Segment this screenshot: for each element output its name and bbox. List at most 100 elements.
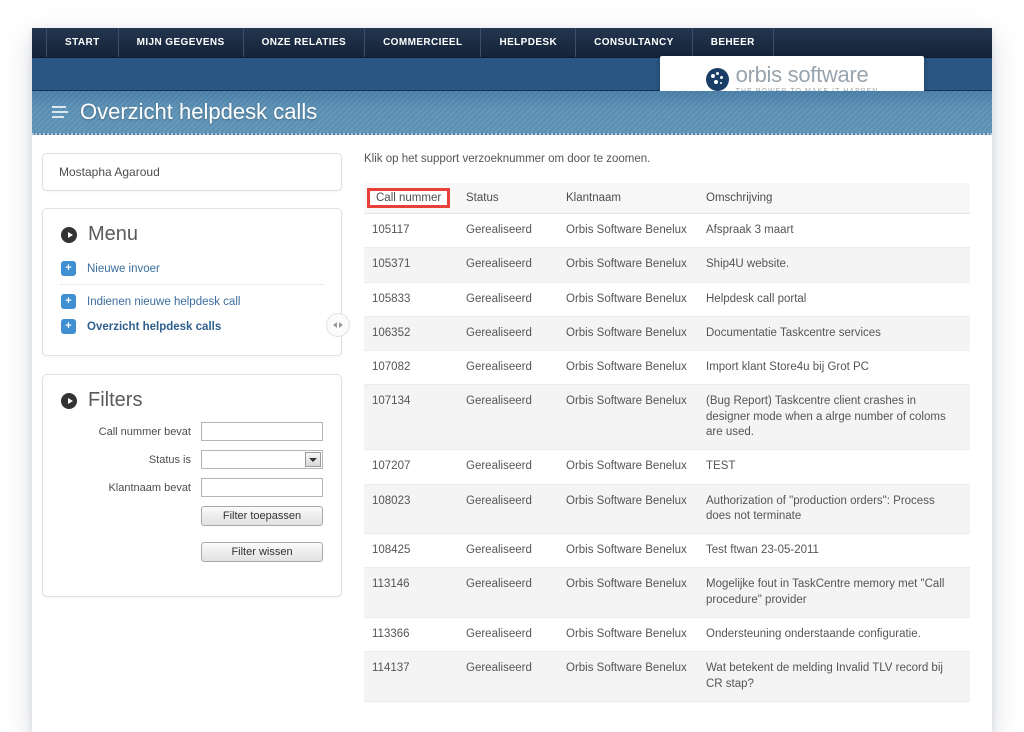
status-label: Status is [148, 453, 191, 466]
chevron-down-icon[interactable] [305, 452, 321, 467]
collapse-panel-icon[interactable] [326, 313, 350, 337]
cell-call-nummer[interactable]: 105117 [364, 213, 458, 249]
cell-klantnaam: Orbis Software Benelux [558, 484, 698, 535]
menu-panel: Menu + Nieuwe invoer + Indienen nieuwe h… [42, 208, 342, 356]
column-header-klantnaam[interactable]: Klantnaam [558, 183, 698, 214]
filter-clear-button[interactable]: Filter wissen [201, 542, 323, 562]
filter-apply-button[interactable]: Filter toepassen [201, 506, 323, 526]
calls-table-header: Call nummer Status Klantnaam Omschrijvin… [364, 183, 970, 214]
table-row[interactable]: 105371 Gerealiseerd Orbis Software Benelux… [364, 247, 970, 283]
menu-item-label: Indienen nieuwe helpdesk call [87, 295, 241, 308]
cell-omschrijving: TEST [698, 449, 970, 485]
cell-call-nummer[interactable]: 107207 [364, 449, 458, 485]
plus-icon: + [61, 294, 76, 309]
nav-item-consultancy[interactable]: CONSULTANCY [576, 28, 693, 57]
cell-status: Gerealiseerd [458, 651, 558, 702]
column-header-status[interactable]: Status [458, 183, 558, 214]
cell-omschrijving: (Bug Report) Taskcentre client crashes i… [698, 384, 970, 451]
plus-icon: + [61, 261, 76, 276]
cell-klantnaam: Orbis Software Benelux [558, 247, 698, 283]
column-header-call-nummer[interactable]: Call nummer [364, 183, 458, 214]
table-row[interactable]: 106352 Gerealiseerd Orbis Software Benelux… [364, 316, 970, 352]
cell-call-nummer[interactable]: 114137 [364, 651, 458, 702]
cell-klantnaam: Orbis Software Benelux [558, 282, 698, 317]
table-row[interactable]: 108023 Gerealiseerd Orbis Software Benelux… [364, 484, 970, 535]
table-row[interactable]: 113146 Gerealiseerd Orbis Software Benelux… [364, 567, 970, 618]
klantnaam-label: Klantnaam bevat [108, 481, 191, 494]
table-row[interactable]: 107134 Gerealiseerd Orbis Software Benelux… [364, 384, 970, 451]
cell-omschrijving: Afspraak 3 maart [698, 213, 970, 249]
cell-call-nummer[interactable]: 113146 [364, 567, 458, 618]
banner-strip: orbis software THE POWER TO MAKE IT HAPP… [32, 56, 992, 102]
nav-item-commercieel[interactable]: COMMERCIEEL [365, 28, 482, 57]
column-header-omschrijving[interactable]: Omschrijving [698, 183, 970, 214]
table-row[interactable]: 114137 Gerealiseerd Orbis Software Benelux… [364, 651, 970, 702]
cell-status: Gerealiseerd [458, 567, 558, 618]
page-body: Mostapha Agaroud Menu + Nieuwe invoer + … [32, 135, 992, 732]
nav-item-start[interactable]: START [46, 28, 119, 57]
menu-item-label: Overzicht helpdesk calls [87, 320, 222, 333]
table-row[interactable]: 105833 Gerealiseerd Orbis Software Benelux… [364, 282, 970, 317]
sidebar: Mostapha Agaroud Menu + Nieuwe invoer + … [32, 135, 350, 702]
nav-item-onze-relaties[interactable]: ONZE RELATIES [244, 28, 366, 57]
cell-klantnaam: Orbis Software Benelux [558, 617, 698, 653]
call-nummer-label: Call nummer bevat [98, 425, 191, 438]
main-content: Klik op het support verzoeknummer om doo… [342, 135, 992, 702]
orbis-dots-icon [705, 67, 729, 91]
table-row[interactable]: 107207 Gerealiseerd Orbis Software Benelux… [364, 449, 970, 485]
header-row: Call nummer Status Klantnaam Omschrijvin… [364, 183, 970, 214]
table-row[interactable]: 105117 Gerealiseerd Orbis Software Benelux… [364, 213, 970, 249]
menu-item-nieuwe-invoer[interactable]: + Nieuwe invoer [61, 256, 323, 285]
cell-call-nummer[interactable]: 108425 [364, 533, 458, 569]
cell-call-nummer[interactable]: 107082 [364, 350, 458, 386]
table-row[interactable]: 107082 Gerealiseerd Orbis Software Benelux… [364, 350, 970, 386]
cell-call-nummer[interactable]: 106352 [364, 316, 458, 352]
cell-klantnaam: Orbis Software Benelux [558, 533, 698, 569]
circle-arrow-icon[interactable] [61, 226, 77, 243]
menu-item-overzicht-helpdesk-calls[interactable]: + Overzicht helpdesk calls [61, 314, 323, 339]
cell-omschrijving: Test ftwan 23-05-2011 [698, 533, 970, 569]
klantnaam-input[interactable] [201, 478, 323, 497]
cell-status: Gerealiseerd [458, 282, 558, 317]
cell-klantnaam: Orbis Software Benelux [558, 316, 698, 352]
circle-arrow-icon[interactable] [61, 392, 77, 409]
cell-call-nummer[interactable]: 105833 [364, 282, 458, 317]
hamburger-icon[interactable] [52, 106, 68, 118]
menu-panel-title: Menu [88, 223, 139, 245]
filter-row-call-nummer: Call nummer bevat [61, 422, 323, 441]
call-nummer-input[interactable] [201, 422, 323, 441]
calls-table: Call nummer Status Klantnaam Omschrijvin… [364, 183, 970, 702]
table-row[interactable]: 108425 Gerealiseerd Orbis Software Benelux… [364, 533, 970, 569]
cell-omschrijving: Wat betekent de melding Invalid TLV reco… [698, 651, 970, 702]
status-select[interactable] [201, 450, 323, 469]
brand-name-secondary: software [781, 61, 869, 87]
filters-panel: Filters Call nummer bevat Status is Klan… [42, 374, 342, 597]
cell-status: Gerealiseerd [458, 213, 558, 249]
cell-klantnaam: Orbis Software Benelux [558, 350, 698, 386]
cell-omschrijving: Ship4U website. [698, 247, 970, 283]
nav-item-beheer[interactable]: BEHEER [693, 28, 774, 57]
filter-apply-row: Filter toepassen [61, 506, 323, 533]
calls-table-body: 105117 Gerealiseerd Orbis Software Benelux… [364, 213, 970, 702]
cell-omschrijving: Authorization of "production orders": Pr… [698, 484, 970, 535]
menu-panel-header: Menu [61, 223, 323, 246]
nav-item-helpdesk[interactable]: HELPDESK [481, 28, 577, 57]
cell-call-nummer[interactable]: 108023 [364, 484, 458, 535]
page-header: Overzicht helpdesk calls [32, 91, 992, 135]
cell-status: Gerealiseerd [458, 533, 558, 569]
cell-call-nummer[interactable]: 113366 [364, 617, 458, 653]
cell-klantnaam: Orbis Software Benelux [558, 567, 698, 618]
cell-omschrijving: Mogelijke fout in TaskCentre memory met … [698, 567, 970, 618]
menu-item-label: Nieuwe invoer [87, 262, 160, 275]
application-window: START MIJN GEGEVENS ONZE RELATIES COMMER… [32, 28, 992, 732]
cell-omschrijving: Helpdesk call portal [698, 282, 970, 317]
table-row[interactable]: 113366 Gerealiseerd Orbis Software Benelux… [364, 617, 970, 653]
filters-panel-title: Filters [88, 389, 143, 411]
nav-item-mijn-gegevens[interactable]: MIJN GEGEVENS [119, 28, 244, 57]
cell-status: Gerealiseerd [458, 247, 558, 283]
menu-item-indienen-nieuwe-helpdesk-call[interactable]: + Indienen nieuwe helpdesk call [61, 289, 323, 314]
cell-call-nummer[interactable]: 107134 [364, 384, 458, 451]
highlighted-column-label[interactable]: Call nummer [366, 188, 451, 208]
cell-klantnaam: Orbis Software Benelux [558, 213, 698, 249]
cell-call-nummer[interactable]: 105371 [364, 247, 458, 283]
